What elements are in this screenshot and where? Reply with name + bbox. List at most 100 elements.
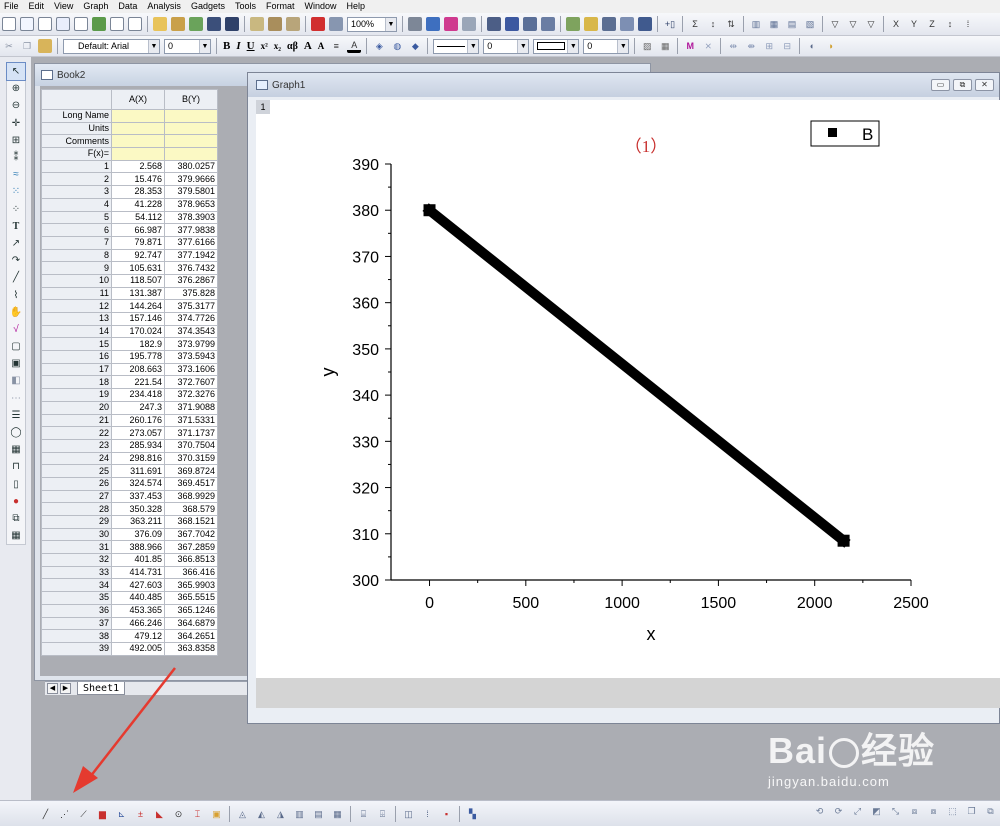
pattern-icon[interactable]: ◍ xyxy=(390,39,404,53)
worksheet-grid[interactable]: A(X) B(Y) Long Name Units Comments F(x)= 1 2.56… xyxy=(41,89,218,656)
cut-icon[interactable]: ✂ xyxy=(2,39,16,53)
cell-y[interactable]: 370.3159 xyxy=(164,451,218,466)
cell-y[interactable]: 371.1737 xyxy=(164,426,218,440)
greek-button[interactable]: αβ xyxy=(287,41,298,52)
back-icon[interactable]: ◑ xyxy=(823,39,837,53)
save-project-icon[interactable] xyxy=(207,17,221,31)
cell-y[interactable]: 378.3903 xyxy=(164,210,218,225)
new-project-icon[interactable] xyxy=(2,17,16,31)
object-icon[interactable]: ▦ xyxy=(7,441,25,458)
graph-window[interactable]: Graph1 ▭ ⧉ ✕ 1 0 500 1000 1500 2000 2500 300 31… xyxy=(247,72,1000,724)
cell-y[interactable]: 374.3543 xyxy=(164,324,218,339)
row-header[interactable]: 23 xyxy=(41,438,112,453)
row-header[interactable]: 39 xyxy=(41,641,112,656)
recalculate-icon[interactable] xyxy=(311,17,325,31)
row-header[interactable]: 26 xyxy=(41,476,112,491)
row-header[interactable]: 24 xyxy=(41,451,112,466)
cell-y[interactable]: 375.3177 xyxy=(164,299,218,313)
meta-cell[interactable] xyxy=(164,109,218,123)
polyline-icon[interactable]: ⌇ xyxy=(7,286,25,303)
menu-item[interactable]: Analysis xyxy=(143,0,187,13)
new-workbook-icon[interactable] xyxy=(20,17,34,31)
polar-plot-icon[interactable]: ⊙ xyxy=(171,806,186,821)
command-window-icon[interactable] xyxy=(541,17,555,31)
cell-x[interactable]: 92.747 xyxy=(111,248,165,263)
print-icon[interactable] xyxy=(408,17,422,31)
cell-x[interactable]: 311.691 xyxy=(111,464,165,478)
cell-y[interactable]: 372.7607 xyxy=(164,375,218,390)
column-header[interactable]: A(X) xyxy=(111,89,165,110)
menu-item[interactable]: Tools xyxy=(231,0,262,13)
cell-y[interactable]: 365.5515 xyxy=(164,591,218,605)
line-plot-icon[interactable]: ╱ xyxy=(38,806,53,821)
row-header[interactable]: 10 xyxy=(41,273,112,288)
formula-icon[interactable]: √ xyxy=(7,321,25,338)
sheet-tab[interactable]: Sheet1 xyxy=(77,682,126,695)
row-header[interactable]: 20 xyxy=(41,400,112,415)
pie-plot-icon[interactable]: ▦ xyxy=(330,806,345,821)
mask-icon[interactable]: ⁘ xyxy=(7,201,25,218)
refresh-icon[interactable] xyxy=(426,17,440,31)
line-width-select[interactable]: 0 ▼ xyxy=(483,38,530,54)
front-icon[interactable]: ◐ xyxy=(805,39,819,53)
rotate-icon[interactable]: ⟲ xyxy=(812,803,827,818)
column-header[interactable]: B(Y) xyxy=(164,89,218,110)
cell-y[interactable]: 376.2867 xyxy=(164,273,218,288)
view-icon[interactable]: ⤢ xyxy=(850,803,865,818)
stacked-plot-icon[interactable]: ⊾ xyxy=(114,806,129,821)
cell-x[interactable]: 376.09 xyxy=(111,527,165,542)
fill-color-icon[interactable]: ◈ xyxy=(372,39,386,53)
row-header[interactable]: 9 xyxy=(41,261,112,275)
row-header[interactable]: 19 xyxy=(41,388,112,402)
superscript-button[interactable]: x² xyxy=(261,41,268,51)
cell-y[interactable]: 377.1942 xyxy=(164,248,218,263)
hand-icon[interactable]: ✋ xyxy=(7,304,25,321)
curved-arrow-icon[interactable]: ↷ xyxy=(7,252,25,269)
data-reader-icon[interactable]: ⊞ xyxy=(7,132,25,149)
increase-font-button[interactable]: A xyxy=(304,40,312,52)
font-size-select[interactable]: 0 ▼ xyxy=(164,38,211,54)
set-y-icon[interactable]: Y xyxy=(907,17,921,31)
row-header[interactable]: 35 xyxy=(41,591,112,605)
expand-icon[interactable]: ⧇ xyxy=(926,803,941,818)
histogram-icon[interactable]: ▤ xyxy=(785,17,799,31)
meta-cell[interactable] xyxy=(111,134,165,149)
cell-x[interactable]: 466.246 xyxy=(111,616,165,631)
cell-x[interactable]: 131.387 xyxy=(111,286,165,301)
stop-icon[interactable]: ● xyxy=(7,493,25,510)
stack-icon[interactable]: ◭ xyxy=(254,806,269,821)
rows-icon[interactable]: ☰ xyxy=(7,407,25,424)
cell-y[interactable]: 373.1606 xyxy=(164,362,218,377)
row-header[interactable]: 31 xyxy=(41,540,112,555)
bevel-icon[interactable]: ⬚ xyxy=(945,803,960,818)
graph-page[interactable]: 1 0 500 1000 1500 2000 2500 300 310 320 330 340 350… xyxy=(256,100,1000,678)
filter-icon[interactable]: ▽ xyxy=(828,17,842,31)
row-header[interactable]: 17 xyxy=(41,362,112,377)
area-plot-icon[interactable]: ◣ xyxy=(152,806,167,821)
cell-x[interactable]: 324.574 xyxy=(111,476,165,491)
cell-y[interactable]: 374.7726 xyxy=(164,312,218,326)
cell-x[interactable]: 105.631 xyxy=(111,261,165,275)
new-notes-icon[interactable] xyxy=(128,17,142,31)
menu-item[interactable]: Format xyxy=(262,0,301,13)
row-header[interactable]: 2 xyxy=(41,172,112,187)
text-tool-icon[interactable]: T xyxy=(7,218,25,235)
restore-icon[interactable]: ⧉ xyxy=(953,79,972,91)
cell-y[interactable]: 367.7042 xyxy=(164,527,218,542)
cell-y[interactable]: 368.9929 xyxy=(164,489,218,504)
line-symbol-plot-icon[interactable]: ⟋ xyxy=(76,806,91,821)
image-plot-icon[interactable]: ▪ xyxy=(439,806,454,821)
menu-item[interactable]: Data xyxy=(114,0,143,13)
cell-y[interactable]: 369.4517 xyxy=(164,476,218,491)
row-header[interactable]: 18 xyxy=(41,375,112,390)
line-color-icon[interactable]: ◆ xyxy=(408,39,422,53)
menu-item[interactable]: Graph xyxy=(79,0,114,13)
cell-y[interactable]: 378.9653 xyxy=(164,197,218,212)
results-log-icon[interactable] xyxy=(505,17,519,31)
row-header[interactable]: 37 xyxy=(41,616,112,631)
scatter-matrix-icon[interactable]: ◫ xyxy=(401,806,416,821)
cell-x[interactable]: 15.476 xyxy=(111,172,165,187)
column-chart-icon[interactable]: ▦ xyxy=(767,17,781,31)
row-header[interactable]: 27 xyxy=(41,489,112,504)
screen-reader-icon[interactable]: ✛ xyxy=(7,115,25,132)
